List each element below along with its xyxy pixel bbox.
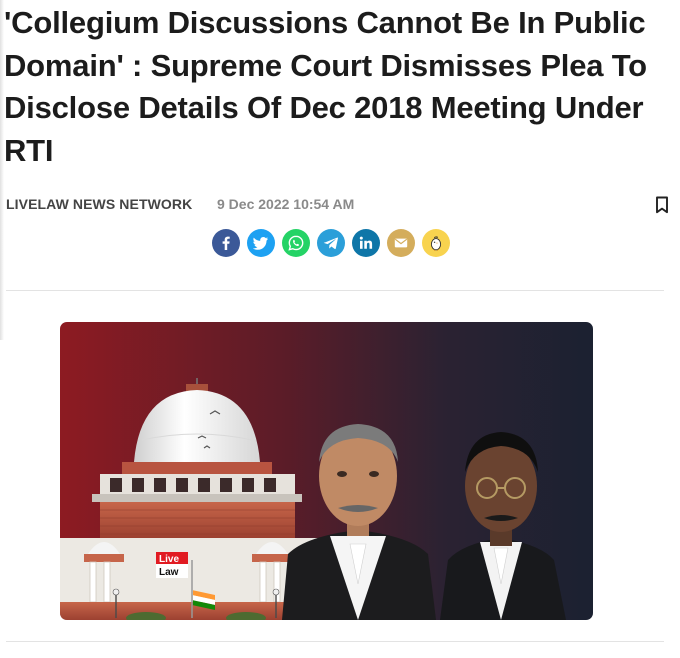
svg-text:Live: Live [159, 554, 179, 565]
article-meta: LIVELAW NEWS NETWORK 9 Dec 2022 10:54 AM [6, 196, 670, 216]
livelaw-logo: Live Law [156, 552, 188, 578]
divider [6, 641, 664, 642]
author-link[interactable]: LIVELAW NEWS NETWORK [6, 196, 192, 212]
share-bar [212, 229, 450, 257]
email-icon[interactable] [387, 229, 415, 257]
bookmark-icon[interactable] [654, 196, 670, 214]
svg-text:Law: Law [159, 567, 179, 578]
divider [6, 290, 664, 291]
koo-icon[interactable] [422, 229, 450, 257]
article-headline: 'Collegium Discussions Cannot Be In Publ… [4, 5, 647, 168]
linkedin-icon[interactable] [352, 229, 380, 257]
twitter-icon[interactable] [247, 229, 275, 257]
whatsapp-icon[interactable] [282, 229, 310, 257]
facebook-icon[interactable] [212, 229, 240, 257]
telegram-icon[interactable] [317, 229, 345, 257]
article-hero-image: Live Law [60, 322, 593, 620]
publish-date: 9 Dec 2022 10:54 AM [217, 196, 355, 212]
